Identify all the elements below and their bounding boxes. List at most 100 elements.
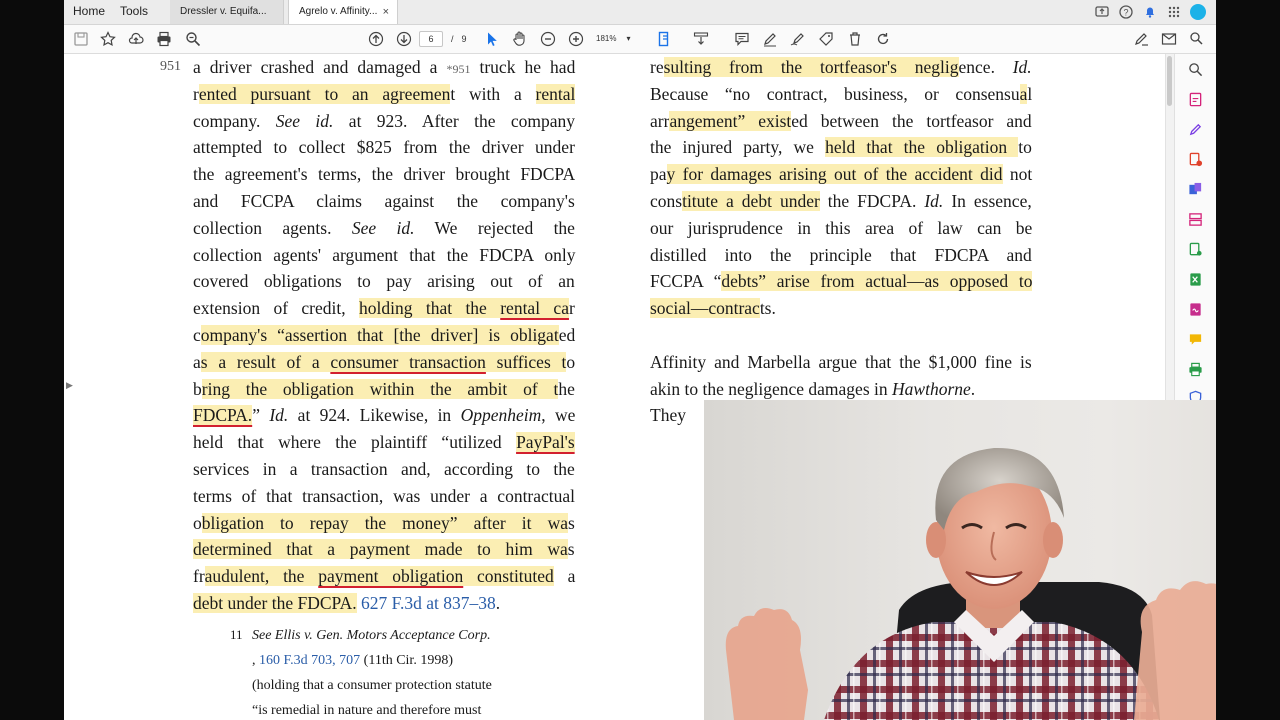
scroll-mode-icon[interactable] bbox=[692, 30, 710, 48]
search-icon[interactable] bbox=[184, 30, 202, 48]
request-signature-icon[interactable] bbox=[1186, 300, 1204, 318]
citation-link[interactable]: 160 F.3d 703, 707 bbox=[259, 653, 360, 668]
text-line: as a result of a consumer transaction su… bbox=[193, 349, 575, 376]
right-letterbox bbox=[1216, 0, 1280, 720]
highlighted-text: ompany's “assertion that [the driver] is… bbox=[200, 325, 559, 345]
highlighted-text: constituted bbox=[463, 566, 554, 587]
footnote-number: 11 bbox=[230, 627, 243, 642]
zoom-in-icon[interactable] bbox=[567, 30, 585, 48]
text-line: terms of that transaction, was under a c… bbox=[193, 483, 575, 510]
rotate-icon[interactable] bbox=[874, 30, 892, 48]
select-cursor-icon[interactable] bbox=[483, 30, 501, 48]
text-span: *951 bbox=[446, 62, 471, 76]
footnote-line: “is remedial in nature and therefore mus… bbox=[252, 698, 481, 720]
footnote-line: See Ellis v. Gen. Motors Acceptance Corp… bbox=[252, 623, 491, 648]
text-span: a bbox=[193, 351, 201, 372]
expand-panel-icon[interactable]: ▶ bbox=[66, 380, 73, 391]
footnote-line: (holding that a consumer protection stat… bbox=[252, 673, 492, 698]
text-line: extension of credit, holding that the re… bbox=[193, 295, 575, 322]
page-fit-icon[interactable] bbox=[656, 30, 674, 48]
combine-files-icon[interactable] bbox=[1186, 180, 1204, 198]
text-line: akin to the negligence damages in Hawtho… bbox=[650, 376, 975, 403]
find-user-icon[interactable] bbox=[1187, 30, 1205, 48]
highlighted-text: social—contrac bbox=[650, 298, 760, 319]
text-span: ence. bbox=[958, 57, 1013, 77]
chevron-down-icon: ▾ bbox=[626, 34, 631, 43]
edit-pdf-side-icon[interactable] bbox=[1186, 120, 1204, 138]
text-line: FCCPA “debts” arise from actual—as oppos… bbox=[650, 268, 1033, 295]
text-span: o bbox=[193, 512, 202, 533]
comment-side-icon[interactable] bbox=[1186, 330, 1204, 348]
text-span: a driver crashed and damaged a bbox=[193, 57, 447, 77]
presenter-image bbox=[725, 447, 1216, 720]
organize-pages-icon[interactable] bbox=[1186, 210, 1204, 228]
previous-page-icon[interactable] bbox=[367, 30, 385, 48]
text-span: the FDCPA. bbox=[819, 191, 925, 211]
zoom-search-icon[interactable] bbox=[1186, 60, 1204, 78]
upload-cloud-icon[interactable] bbox=[127, 30, 145, 48]
zoom-out-icon[interactable] bbox=[539, 30, 557, 48]
text-span: attempted to collect $825 from the drive… bbox=[193, 137, 575, 158]
edit-pdf-icon[interactable] bbox=[1132, 30, 1150, 48]
text-span: distilled into the principle that FDCPA … bbox=[650, 244, 1032, 265]
toolbar: 6 / 9 181% ▾ bbox=[64, 25, 1216, 54]
page-number-input[interactable]: 6 bbox=[419, 31, 443, 47]
citation-link[interactable]: 627 F.3d at 837–38 bbox=[361, 593, 496, 613]
text-span: . bbox=[495, 593, 501, 613]
notification-bell-icon[interactable] bbox=[1142, 4, 1158, 20]
page-total: 9 bbox=[461, 34, 467, 44]
text-span: collection agents. bbox=[193, 217, 352, 238]
apps-grid-icon[interactable] bbox=[1166, 4, 1182, 20]
print-icon[interactable] bbox=[155, 30, 173, 48]
create-pdf-icon[interactable] bbox=[1186, 90, 1204, 108]
next-page-icon[interactable] bbox=[395, 30, 413, 48]
vertical-scrollbar[interactable] bbox=[1165, 54, 1174, 400]
user-avatar[interactable] bbox=[1190, 4, 1206, 20]
top-right-icons: ? bbox=[1094, 3, 1206, 21]
text-span: the agreement's terms, the driver brough… bbox=[193, 164, 576, 185]
delete-trash-icon[interactable] bbox=[846, 30, 864, 48]
excel-export-icon[interactable] bbox=[1186, 270, 1204, 288]
email-icon[interactable] bbox=[1160, 30, 1178, 48]
text-span: ts. bbox=[759, 298, 776, 319]
zoom-level-select[interactable]: 181% ▾ bbox=[596, 31, 642, 47]
highlight-pen-icon[interactable] bbox=[761, 30, 779, 48]
text-line: our jurisprudence in this area of law ca… bbox=[650, 215, 1032, 242]
draw-freehand-icon[interactable] bbox=[789, 30, 807, 48]
text-span: company. bbox=[193, 110, 276, 131]
highlighted-text: determined that a payment made to him wa bbox=[193, 539, 568, 560]
webcam-video-overlay bbox=[704, 400, 1216, 720]
highlighted-text: bligation to repay the money” after it w… bbox=[201, 512, 569, 533]
text-span: cons bbox=[650, 191, 683, 211]
text-span: l bbox=[1027, 83, 1033, 104]
text-line: the agreement's terms, the driver brough… bbox=[193, 161, 575, 188]
save-icon[interactable] bbox=[72, 30, 90, 48]
text-span: Id. bbox=[924, 191, 944, 211]
highlighted-text: ring the obligation within the ambit of … bbox=[201, 378, 559, 399]
print-production-icon[interactable] bbox=[1186, 360, 1204, 378]
text-line: collection agents' argument that the FDC… bbox=[193, 242, 575, 269]
text-line: and FCCPA claims against the company's bbox=[193, 188, 575, 215]
comment-icon[interactable] bbox=[733, 30, 751, 48]
bookmark-star-icon[interactable] bbox=[99, 30, 117, 48]
highlighted-text: angement” exist bbox=[669, 110, 792, 131]
scan-ocr-icon[interactable] bbox=[1186, 240, 1204, 258]
help-icon[interactable]: ? bbox=[1118, 4, 1134, 20]
text-line: FDCPA.” Id. at 924. Likewise, in Oppenhe… bbox=[193, 402, 575, 429]
tab-dressler[interactable]: Dressler v. Equifa... bbox=[170, 0, 284, 24]
text-span: at 924. Likewise, in bbox=[288, 405, 461, 426]
highlighted-text: holding that the bbox=[358, 298, 501, 319]
export-pdf-icon[interactable] bbox=[1186, 150, 1204, 168]
text-line: constitute a debt under the FDCPA. Id. I… bbox=[650, 188, 1032, 215]
text-line: the injured party, we held that the obli… bbox=[650, 134, 1032, 161]
fill-sign-icon[interactable] bbox=[817, 30, 835, 48]
hand-tool-icon[interactable] bbox=[511, 30, 529, 48]
tab-agrelo[interactable]: Agrelo v. Affinity... × bbox=[288, 0, 398, 24]
highlighted-text: titute a debt under bbox=[682, 191, 820, 211]
close-tab-icon[interactable]: × bbox=[383, 0, 389, 24]
text-span: , bbox=[252, 653, 259, 668]
tools-menu[interactable]: Tools bbox=[120, 4, 148, 18]
scrollbar-thumb[interactable] bbox=[1167, 56, 1172, 106]
share-screen-icon[interactable] bbox=[1094, 4, 1110, 20]
home-menu[interactable]: Home bbox=[73, 4, 105, 18]
